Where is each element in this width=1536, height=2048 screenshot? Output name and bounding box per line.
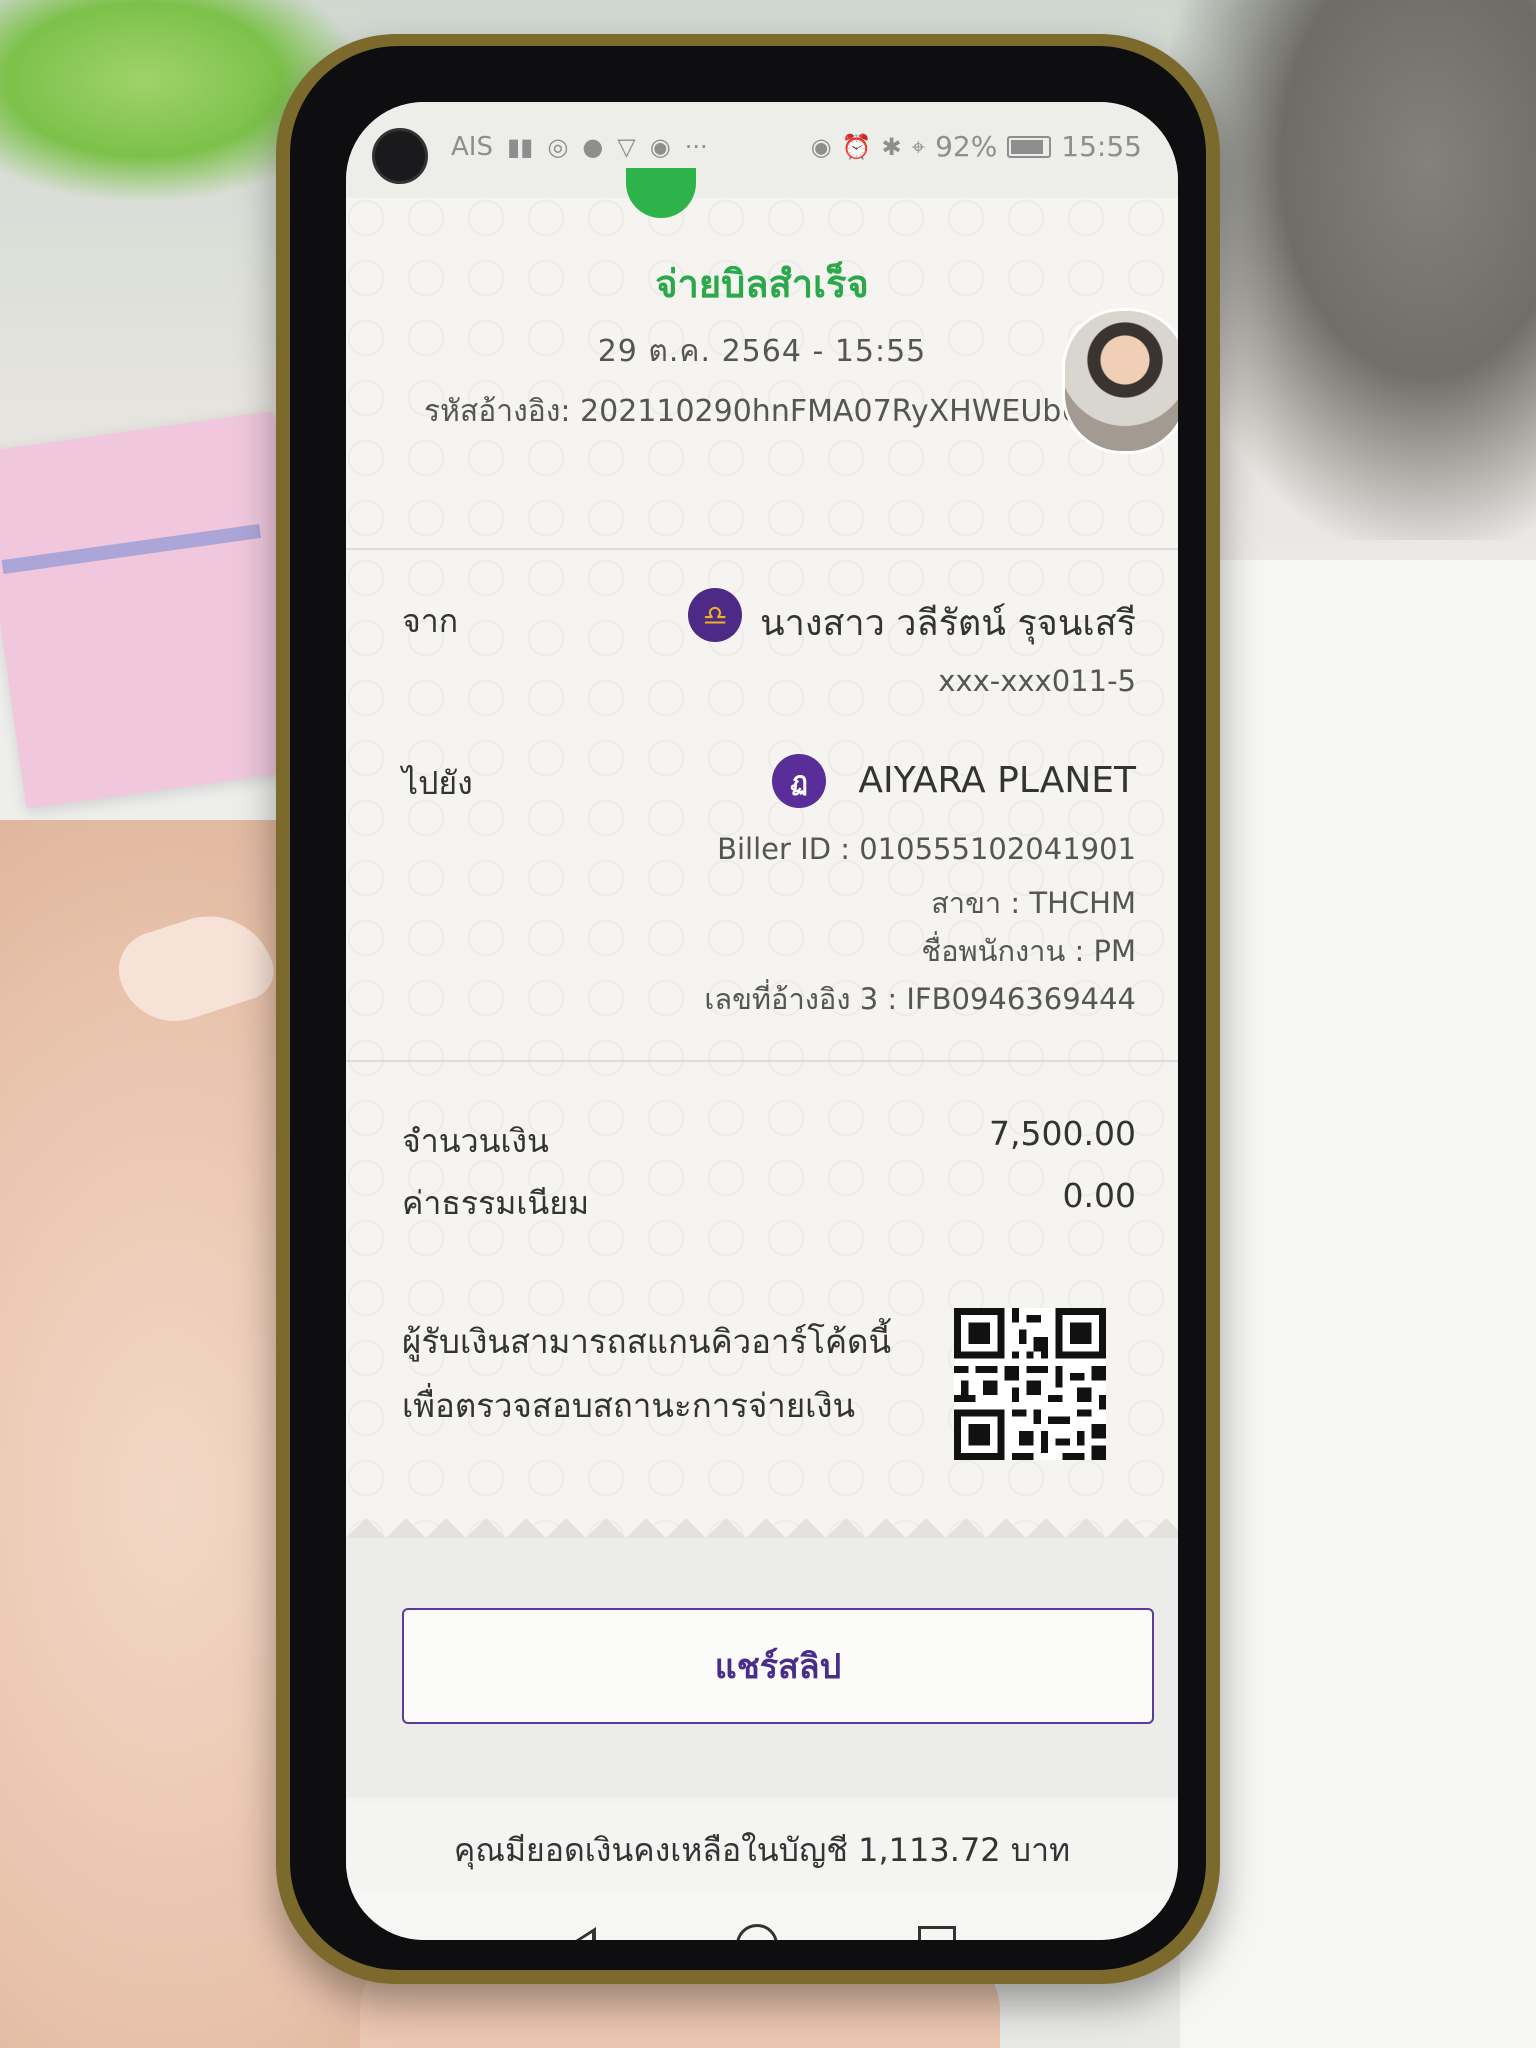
chat-icon: ◉ [649, 133, 671, 161]
divider [346, 548, 1178, 550]
branch: สาขา : THCHM [931, 886, 1136, 920]
back-icon[interactable] [568, 1927, 596, 1940]
divider [346, 1060, 1178, 1062]
from-label: จาก [402, 602, 459, 640]
battery-icon [1007, 135, 1052, 158]
employee-name: ชื่อพนักงาน : PM [921, 934, 1136, 968]
location-icon: ⌖ [911, 132, 926, 161]
from-name: นางสาว วลีรัตน์ รุจนเสรี [760, 603, 1136, 644]
home-icon[interactable] [736, 1924, 778, 1940]
clock: 15:55 [1061, 130, 1142, 163]
to-name: AIYARA PLANET [858, 760, 1136, 801]
messenger-icon: ◎ [547, 133, 569, 161]
amount-label: จำนวนเงิน [402, 1122, 549, 1160]
share-slip-button[interactable]: แชร์สลิป [402, 1608, 1154, 1724]
bluetooth-icon: ✱ [881, 132, 902, 161]
front-camera [372, 128, 428, 184]
amount-value: 7,500.00 [989, 1114, 1136, 1153]
qr-instruction-line2: เพื่อตรวจสอบสถานะการจ่ายเงิน [402, 1386, 856, 1425]
qr-instruction: ผู้รับเงินสามารถสแกนคิวอาร์โค้ดนี้ เพื่อ… [402, 1310, 891, 1438]
to-label: ไปยัง [402, 764, 473, 802]
fee-label: ค่าธรรมเนียม [402, 1184, 590, 1222]
profile-avatar[interactable] [1062, 308, 1178, 454]
biller-id: Biller ID : 010555102041901 [717, 832, 1136, 866]
phone-screen: AIS ▮▮ ◎ ● ▽ ◉ ··· ◉ ⏰ ✱ ⌖ 92% 15:55 จ่า… [346, 102, 1178, 1940]
phone-bezel: AIS ▮▮ ◎ ● ▽ ◉ ··· ◉ ⏰ ✱ ⌖ 92% 15:55 จ่า… [290, 46, 1206, 1970]
balance-bar: คุณมียอดเงินคงเหลือในบัญชี 1,113.72 บาท [346, 1802, 1178, 1898]
more-notifications-icon: ··· [684, 133, 708, 161]
app-notification-icon: ● [582, 133, 604, 161]
scb-bank-icon: ♎ [688, 588, 742, 642]
from-account: xxx-xxx011-5 [938, 664, 1136, 698]
balance-text: คุณมียอดเงินคงเหลือในบัญชี 1,113.72 บาท [453, 1830, 1071, 1869]
location-notification-icon: ▽ [617, 133, 636, 161]
biller-icon: ฏ [772, 754, 826, 808]
qr-instruction-line1: ผู้รับเงินสามารถสแกนคิวอาร์โค้ดนี้ [402, 1322, 892, 1361]
qr-code-icon [954, 1308, 1106, 1460]
status-bar: AIS ▮▮ ◎ ● ▽ ◉ ··· ◉ ⏰ ✱ ⌖ 92% 15:55 [346, 102, 1178, 198]
receipt-title: จ่ายบิลสำเร็จ [655, 262, 869, 306]
reference-number: รหัสอ้างอิง: 202110290hnFMA07RyXHWEUbU [424, 394, 1084, 429]
reference-3: เลขที่อ้างอิง 3 : IFB0946369444 [704, 982, 1136, 1016]
fee-value: 0.00 [1062, 1176, 1136, 1215]
carrier-label: AIS [451, 132, 493, 162]
recent-apps-icon[interactable] [918, 1926, 956, 1940]
background-person [1170, 0, 1536, 540]
background-document [1180, 560, 1536, 2048]
eye-icon: ◉ [810, 132, 832, 161]
phone-device: AIS ▮▮ ◎ ● ▽ ◉ ··· ◉ ⏰ ✱ ⌖ 92% 15:55 จ่า… [276, 34, 1220, 1984]
transaction-datetime: 29 ต.ค. 2564 - 15:55 [597, 334, 927, 369]
signal-icon: ▮▮ [506, 133, 534, 161]
battery-percent: 92% [935, 130, 998, 163]
success-check-icon [626, 168, 696, 218]
status-right: ◉ ⏰ ✱ ⌖ 92% 15:55 [811, 130, 1142, 163]
receipt-slip: จ่ายบิลสำเร็จ 29 ต.ค. 2564 - 15:55 รหัสอ… [346, 168, 1178, 1798]
status-left: AIS ▮▮ ◎ ● ▽ ◉ ··· [451, 132, 708, 162]
alarm-icon: ⏰ [841, 132, 872, 161]
system-nav-bar [346, 1890, 1178, 1940]
verification-qr-code[interactable] [954, 1308, 1106, 1460]
